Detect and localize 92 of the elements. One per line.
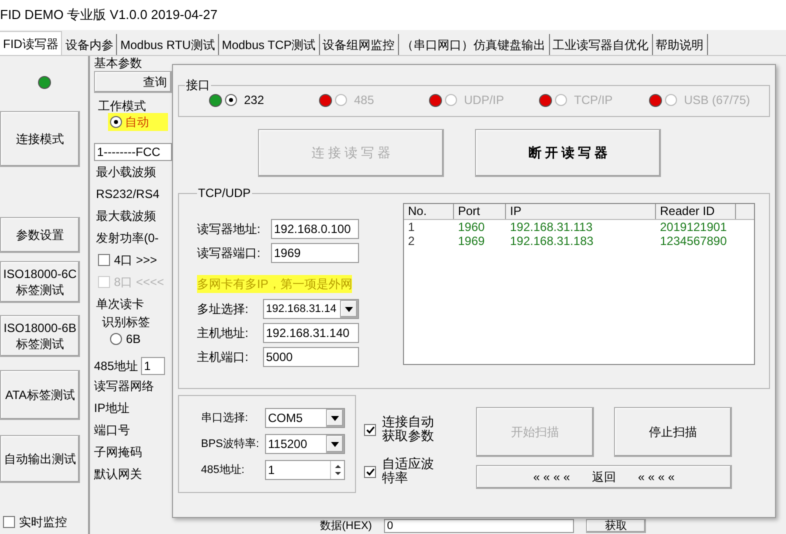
side-button[interactable]: ISO18000-6C 标签测试 [0,261,80,303]
column-header[interactable]: Reader ID [656,204,736,219]
interface-label: 232 [244,92,264,109]
table-cell-text: 1234567890 [659,234,728,248]
group-title: TCP/UDP [197,187,252,199]
group-title: 基本参数 [94,56,143,70]
tab[interactable]: 设备组网监控 [320,34,399,55]
radio-button[interactable] [110,116,122,128]
text-field[interactable]: 1969 [271,243,359,263]
checkbox[interactable] [98,254,110,266]
field-label: 485地址 [94,358,138,375]
field-label: IP地址 [94,400,130,417]
field-label: 485地址: [201,462,244,478]
field-label: 读写器地址: [197,221,260,238]
field-label: BPS波特率: [201,436,260,452]
table-cell-text: 1969 [457,234,486,248]
option-label: 连接自动获取参数 [382,415,435,443]
chevrons-label: « « « « [533,469,570,486]
option-label: 4口 >>> [114,252,158,269]
field-label: RS232/RS4 [96,186,160,203]
radio-button[interactable] [225,94,237,106]
group-title: 读写器网络 [94,378,155,395]
table-cell-text: 192.168.31.113 [509,220,594,234]
chevrons-label: « « « « [638,469,675,486]
return-button[interactable]: « « « « 返回 « « « « [476,465,732,489]
mode-label: 自动 [125,114,149,131]
side-button[interactable]: ATA标签测试 [0,370,80,420]
column-header[interactable]: IP [506,204,656,219]
option-label: 6B [126,331,141,348]
field-label: 多址选择: [197,301,248,318]
group-title: 接口 [185,79,211,91]
field-label: 子网掩码 [94,444,143,461]
interface-label: TCP/IP [574,92,613,109]
side-button[interactable]: 连接模式 [0,111,80,167]
tab[interactable]: FID读写器 [0,31,62,55]
table-cell-text: 1960 [457,220,486,234]
field-label: 最小载波频 [96,164,157,181]
address-spinbox[interactable]: 1 [265,460,345,480]
radio-button[interactable] [110,333,122,345]
monitor-label: 实时监控 [19,514,67,531]
address-select[interactable]: 192.168.31.14 [263,299,359,319]
option-label: 8口 <<<< [114,274,164,291]
field-label: 读写器端口: [197,245,260,262]
fetch-button[interactable]: 获取 [586,519,646,533]
spin-arrows-icon[interactable] [330,461,344,479]
group-title: 识别标签 [102,315,151,329]
return-label: 返回 [592,469,616,486]
tab[interactable]: 帮助说明 [652,34,708,55]
interface-label: USB (67/75) [684,92,750,109]
field-label: 发射功率(0- [96,230,160,247]
field-label: 单次读卡 [96,296,145,313]
data-field[interactable]: 0 [384,519,574,533]
checkbox[interactable] [364,424,376,436]
field-label: 主机端口: [197,349,248,366]
text-field[interactable]: 5000 [263,347,359,367]
scan-button[interactable]: 停止扫描 [614,407,732,457]
dropdown-caret-icon[interactable] [340,300,358,318]
table-cell-text: 2019121901 [659,220,728,234]
field-label: 最大载波频 [96,208,157,225]
column-header[interactable]: Port [454,204,506,219]
field-label: 串口选择: [201,410,248,426]
table-cell-text: 192.168.31.183 [509,234,594,248]
field-label: 数据(HEX) [320,520,372,532]
table-cell-text: 2 [407,234,416,248]
field-label: 主机地址: [197,325,248,342]
group-title: 工作模式 [98,99,147,113]
address-field[interactable]: 1 [141,357,166,375]
field-label: 端口号 [94,422,131,439]
side-button[interactable]: ISO18000-6B 标签测试 [0,315,80,357]
option-label: 自适应波特率 [382,457,435,485]
hint-note: 多网卡有多IP，第一项是外网 [197,275,352,293]
field-label: 默认网关 [94,466,143,483]
connect-button[interactable]: 断 开 读 写 器 [475,129,661,177]
side-button[interactable]: 自动输出测试 [0,435,80,483]
text-field[interactable]: 192.168.31.140 [263,323,359,343]
table-cell-text: 1 [407,220,416,234]
dropdown-caret-icon[interactable] [326,409,344,427]
interface-label: 485 [354,92,374,109]
side-button[interactable]: 参数设置 [0,217,80,253]
checkbox[interactable] [3,516,15,528]
text-field[interactable]: 192.168.0.100 [271,219,359,239]
serial-select[interactable]: COM5 [265,408,345,428]
region-select[interactable]: 1--------FCC [94,143,172,161]
status-led-icon [38,76,50,89]
tab[interactable]: 工业读写器自优化 [550,34,653,55]
checkbox[interactable] [364,466,376,478]
dropdown-caret-icon[interactable] [326,435,344,453]
interface-label: UDP/IP [464,92,504,109]
column-header[interactable]: No. [404,204,454,219]
query-button[interactable]: 查询 [94,71,172,93]
serial-select[interactable]: 115200 [265,434,345,454]
window-title: FID DEMO 专业版 V1.0.0 2019-04-27 [0,6,218,24]
